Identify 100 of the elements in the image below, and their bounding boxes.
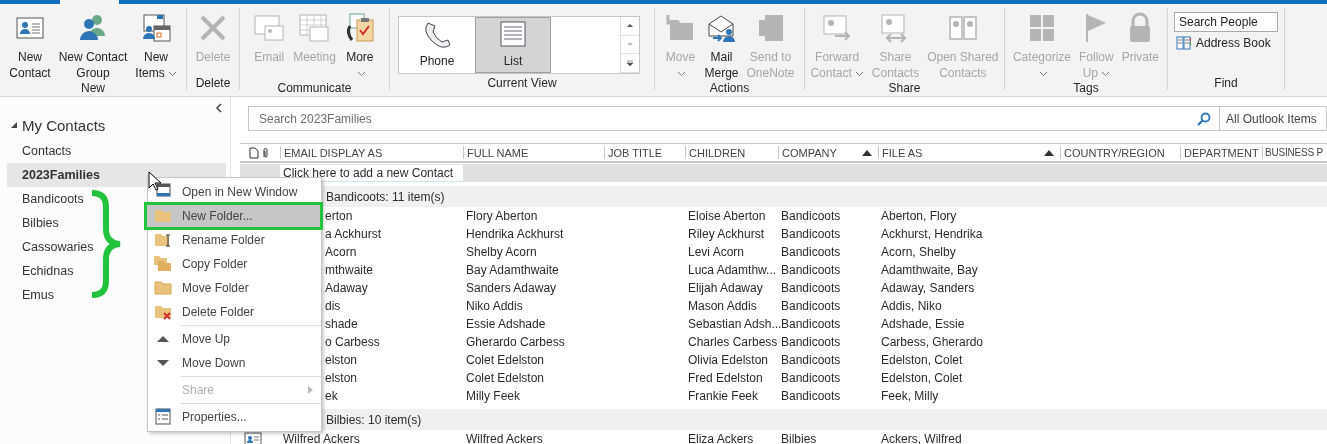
table-cell-text: Gherardo Carbess [465,335,566,349]
search-people-field[interactable]: Search People [1174,12,1278,32]
table-cell-text: Milly Feek [465,389,521,403]
table-cell-text: Ackhurst, Hendrika [880,227,984,241]
table-cell-text: Wilfred Ackers [282,432,361,444]
folder-icon [153,278,173,298]
scroll-up-icon [626,22,634,30]
table-cell-text: Colet Edelston [465,353,546,367]
group-label: Communicate [277,81,352,95]
search-scope-dropdown[interactable]: All Outlook Items [1219,107,1326,130]
folder-item[interactable]: Echidnas [7,259,78,283]
menu-item[interactable]: Move Folder [148,276,321,300]
column-header[interactable]: COMPANY [782,146,837,159]
calendar-card-icon [298,12,331,44]
table-cell-text: Riley Ackhurst [687,227,766,241]
table-cell-text: Elijah Adaway [687,281,764,295]
address-book-button[interactable]: Address Book [1174,36,1284,50]
menu-item[interactable]: New Folder... [148,204,321,228]
collapse-icon [215,103,222,113]
table-cell-text: dis [324,299,342,313]
menu-item[interactable]: Move Up [148,327,321,351]
search-icon [1197,111,1211,126]
table-cell-text: Carbess, Gherardo [880,335,985,349]
table-cell-text: Fred Edelston [687,371,764,385]
table-cell-text: Bandicoots [780,245,842,259]
table-cell-text: Flory Aberton [465,209,539,223]
table-cell-text: Bandicoots [780,353,842,367]
triangle-up-icon [157,336,169,342]
group-header[interactable]: Bandicoots: 11 item(s) [326,189,445,204]
table-cell-text: Aberton, Flory [880,209,958,223]
group-label: Current View [487,76,557,90]
group-header[interactable]: Bilbies: 10 item(s) [326,412,422,427]
table-cell-text: Eliza Ackers [687,432,755,444]
envelope-card-icon [253,12,286,44]
group-label: Delete [195,76,231,90]
table-cell-text: Bandicoots [780,281,842,295]
menu-item[interactable]: Copy Folder [148,252,321,276]
table-cell-text: Mason Addis [687,299,758,313]
properties-icon [153,407,173,427]
table-cell-text: Feek, Milly [880,389,940,403]
table-cell-text: Bandicoots [780,227,842,241]
list-icon [498,20,528,48]
table-cell-text: Frankie Feek [687,389,760,403]
column-header[interactable]: CHILDREN [685,146,778,159]
table-cell-text: Edelston, Colet [880,353,964,367]
table-cell-text: Acorn [324,245,358,259]
view-option[interactable]: Phone [399,17,475,73]
table-cell-text: Addis, Niko [880,299,943,313]
folder-item[interactable]: Cassowaries [7,235,98,259]
column-header[interactable]: COUNTRY/REGION [1060,146,1180,159]
menu-item[interactable]: Rename Folder [148,228,321,252]
folder-item[interactable]: Bilbies [7,211,63,235]
paperclip-icon [262,146,269,159]
expand-gallery-icon [626,59,634,67]
table-cell-text: Niko Addis [465,299,524,313]
document-icon [249,146,259,159]
column-header[interactable]: JOB TITLE [604,146,685,159]
ribbon-button[interactable]: New Contact Group [55,12,131,81]
column-header[interactable]: FILE AS [882,146,923,159]
menu-item[interactable]: Move Down [148,351,321,375]
menu-item[interactable]: Properties... [148,405,321,429]
folder-item[interactable]: Emus [7,283,58,307]
folder-item[interactable]: Contacts [7,139,76,163]
table-cell-text: elston [324,353,359,367]
table-cell-text: ek [324,389,339,403]
group-label: New [81,81,105,95]
column-header[interactable]: EMAIL DISPLAY AS [280,146,463,159]
table-cell-text: Acorn, Shelby [880,245,957,259]
group-label: Share [888,81,921,95]
ribbon-button[interactable]: New Items [132,12,180,81]
table-cell-text: Bandicoots [780,263,842,277]
table-cell-text: a Ackhurst [324,227,383,241]
ribbon-button[interactable]: New Contact [6,12,54,81]
search-field[interactable]: Search 2023Families [259,111,372,126]
table-cell-text: Bilbies [780,432,818,444]
menu-item[interactable]: Delete Folder [148,300,321,324]
table-cell-text: Bandicoots [780,389,842,403]
table-cell-text: Wilfred Ackers [465,432,544,444]
new-contact-row[interactable]: Click here to add a new Contact [280,164,463,182]
phone-icon [422,20,452,48]
table-cell-text: Adaway, Sanders [880,281,976,295]
column-header[interactable]: FULL NAME [463,146,604,159]
scroll-down-icon [626,41,634,48]
group-label: Actions [709,81,750,95]
group-label: Tags [1073,81,1099,95]
column-header[interactable]: BUSINESS P [1262,146,1327,159]
view-option[interactable]: List [475,17,551,73]
table-cell-text: Essie Adshade [465,317,547,331]
table-cell-text: shade [324,317,359,331]
group-label: Find [1214,76,1238,90]
folder-group-header[interactable]: My Contacts [11,117,106,134]
column-header[interactable]: DEPARTMENT [1180,146,1262,159]
table-cell-text: Bandicoots [780,299,842,313]
folder-item[interactable]: Bandicoots [7,187,88,211]
table-cell-text: o Carbess [324,335,381,349]
table-cell-text: Eloise Aberton [687,209,767,223]
ribbon-button[interactable]: Mail Merge [701,12,742,81]
table-cell-text: Bandicoots [780,371,842,385]
table-cell-text: Edelston, Colet [880,371,964,385]
ribbon-button[interactable]: More [340,12,379,81]
